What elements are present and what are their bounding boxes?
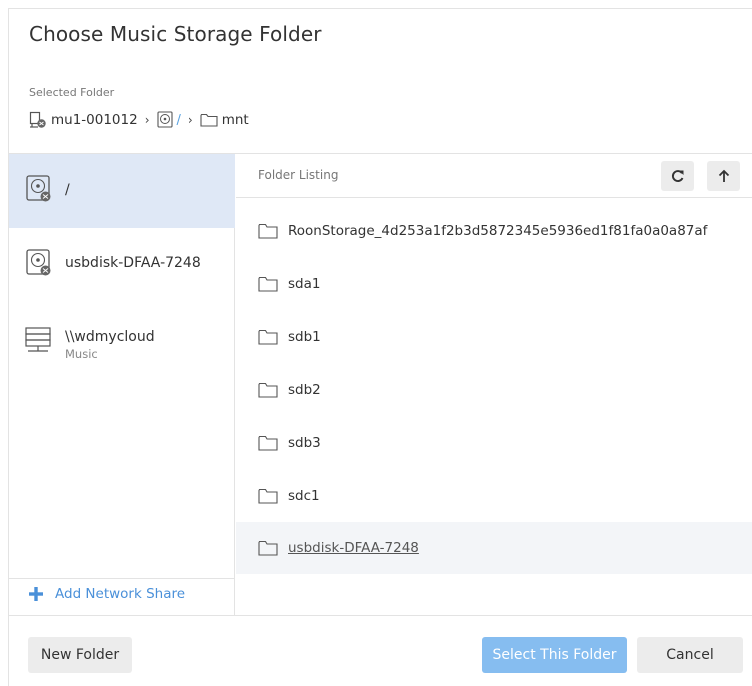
folder-row[interactable]: sdb3 [236,417,752,469]
drive-item-wdmycloud[interactable]: \\wdmycloud Music [9,324,235,398]
add-network-share-button[interactable]: Add Network Share [28,586,185,602]
chevron-right-icon: › [187,113,193,127]
drive-name: usbdisk-DFAA-7248 [65,255,201,271]
folder-row[interactable]: sda1 [236,258,752,310]
folder-name: sdb3 [288,435,321,451]
folder-icon [200,113,218,127]
folder-icon [258,540,278,556]
folder-icon [258,382,278,398]
folder-name: sda1 [288,276,321,292]
dialog-title: Choose Music Storage Folder [29,22,322,46]
folder-row[interactable]: sdc1 [236,470,752,522]
drive-sub: Music [65,347,98,361]
disk-icon [26,249,51,276]
select-folder-button[interactable]: Select This Folder [482,637,627,673]
divider [9,615,752,616]
breadcrumb-root[interactable]: / [177,113,181,128]
listing-title: Folder Listing [258,168,339,182]
folder-row[interactable]: sdb2 [236,364,752,416]
refresh-button[interactable] [661,161,694,191]
folder-name: sdb1 [288,329,321,345]
selected-folder-label: Selected Folder [29,86,115,99]
folder-name: usbdisk-DFAA-7248 [288,540,419,556]
folder-icon [258,435,278,451]
network-share-icon [25,327,51,352]
folder-name: sdc1 [288,488,320,504]
folder-icon [258,276,278,292]
cancel-button[interactable]: Cancel [637,637,743,673]
folder-icon [258,488,278,504]
drive-name: / [65,182,70,198]
divider [9,578,234,579]
folder-row[interactable]: usbdisk-DFAA-7248 [236,522,752,574]
drive-name: \\wdmycloud [65,329,155,345]
new-folder-button[interactable]: New Folder [28,637,132,673]
folder-icon [258,329,278,345]
arrow-up-icon [718,169,729,182]
up-folder-button[interactable] [707,161,740,191]
disk-icon [26,175,51,202]
refresh-icon [671,170,683,182]
computer-icon [29,111,47,129]
chevron-right-icon: › [144,113,150,127]
plus-icon [29,587,43,601]
breadcrumb-computer[interactable]: mu1-001012 [51,112,138,128]
folder-row[interactable]: RoonStorage_4d253a1f2b3d5872345e5936ed1f… [236,205,752,257]
breadcrumb-current: mnt [221,112,249,128]
add-network-share-label: Add Network Share [55,586,186,602]
drive-list: / usbdisk-DFAA-7248 \\wdmycloud Music [9,154,235,616]
disk-icon [156,111,173,129]
listing-header: Folder Listing [236,154,752,198]
folder-row[interactable]: sdb1 [236,311,752,363]
breadcrumb: mu1-001012 › / › mnt [29,109,249,131]
folder-icon [258,223,278,239]
drive-item-root[interactable]: / [9,154,235,228]
choose-folder-dialog: Choose Music Storage Folder Selected Fol… [8,8,752,686]
folder-name: sdb2 [288,382,321,398]
folder-name: RoonStorage_4d253a1f2b3d5872345e5936ed1f… [288,223,708,239]
drive-item-usbdisk[interactable]: usbdisk-DFAA-7248 [9,248,235,322]
folder-listing: Folder Listing RoonStorage_4d253a1f2b3d5… [236,154,752,616]
